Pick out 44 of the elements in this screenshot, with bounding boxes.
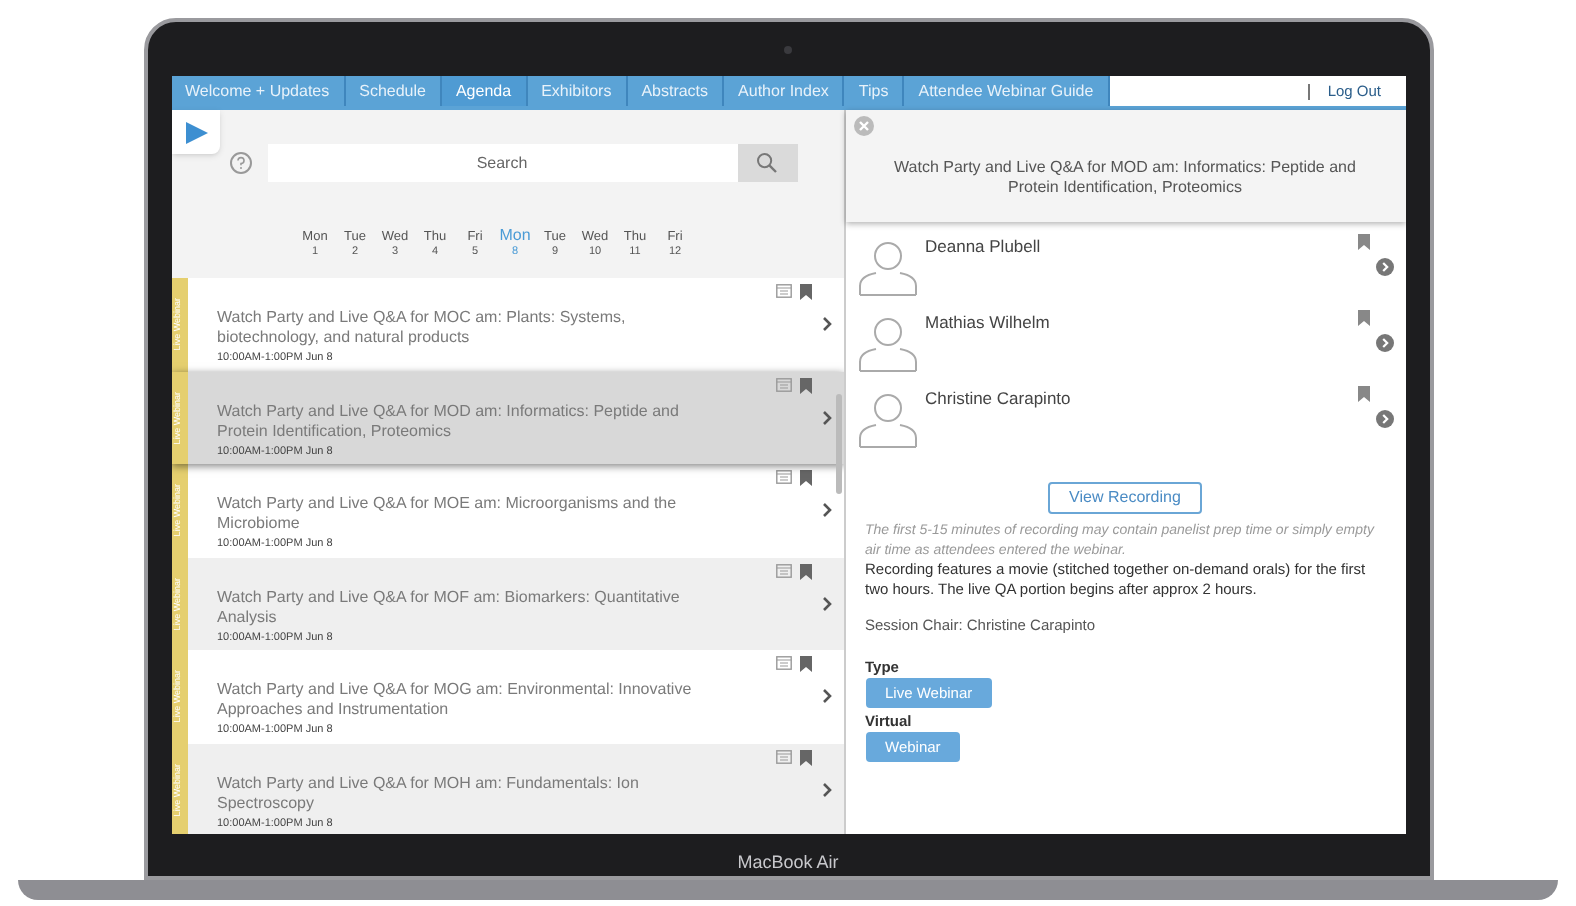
search-field[interactable]: Search [267, 144, 737, 182]
session-title: Watch Party and Live Q&A for MOH am: Fundamentals: Ion Spectroscopy [217, 773, 641, 813]
session-title: Watch Party and Live Q&A for MOE am: Microorganisms and the Microbiome [217, 494, 679, 534]
avatar-silhouette-icon [857, 312, 917, 372]
bookmark-icon[interactable] [799, 377, 811, 393]
speaker-name[interactable]: Deanna Plubell [925, 234, 1041, 260]
chevron-icon[interactable] [821, 781, 831, 797]
bookmark-icon[interactable] [1357, 234, 1369, 250]
detail-title: Watch Party and Live Q&A for MOD am: Informatics: Peptide and Protein Identification, Proteomics [892, 158, 1358, 198]
calendar-icon[interactable] [775, 656, 791, 672]
bookmark-icon[interactable] [799, 749, 811, 765]
search-icon[interactable] [756, 152, 778, 174]
chevron-icon[interactable] [821, 502, 831, 518]
bookmark-icon[interactable] [799, 563, 811, 579]
bookmark-icon[interactable] [799, 470, 811, 486]
chevron-icon[interactable] [821, 688, 831, 704]
chevron-icon[interactable] [821, 595, 831, 611]
search-button[interactable] [737, 144, 797, 182]
calendar-icon[interactable] [775, 749, 791, 765]
session-title: Watch Party and Live Q&A for MOD am: Informatics: Peptide and Protein Identification, Proteomics [217, 401, 681, 441]
chevron-circle-icon[interactable] [1375, 410, 1393, 428]
bookmark-icon[interactable] [799, 656, 811, 672]
bookmark-icon[interactable] [799, 284, 811, 300]
speaker-name[interactable]: Mathias Wilhelm [925, 310, 1050, 336]
scrollbar-thumb[interactable] [835, 394, 841, 494]
speaker-name[interactable]: Christine Carapinto [925, 386, 1071, 412]
laptop-label: MacBook Air [737, 849, 839, 875]
bookmark-icon[interactable] [1357, 310, 1369, 326]
help-icon[interactable] [229, 152, 251, 174]
session-title: Watch Party and Live Q&A for MOF am: Biomarkers: Quantitative Analysis [217, 587, 682, 627]
bookmark-icon[interactable] [1357, 386, 1369, 402]
session-title: Watch Party and Live Q&A for MOC am: Plants: Systems, biotechnology, and natural products [217, 308, 628, 348]
calendar-icon[interactable] [775, 284, 791, 300]
calendar-icon[interactable] [775, 563, 791, 579]
chevron-circle-icon[interactable] [1375, 258, 1393, 276]
avatar-silhouette-icon [857, 388, 917, 448]
expand-button[interactable] [171, 110, 219, 154]
chevron-circle-icon[interactable] [1375, 334, 1393, 352]
chevron-icon[interactable] [821, 409, 831, 425]
chevron-icon[interactable] [821, 316, 831, 332]
calendar-icon[interactable] [775, 470, 791, 486]
session-title: Watch Party and Live Q&A for MOG am: Environmental: Innovative Approaches and Instrumentation [217, 680, 694, 720]
view-recording-button[interactable]: View Recording [1048, 482, 1202, 514]
avatar-silhouette-icon [857, 236, 917, 296]
